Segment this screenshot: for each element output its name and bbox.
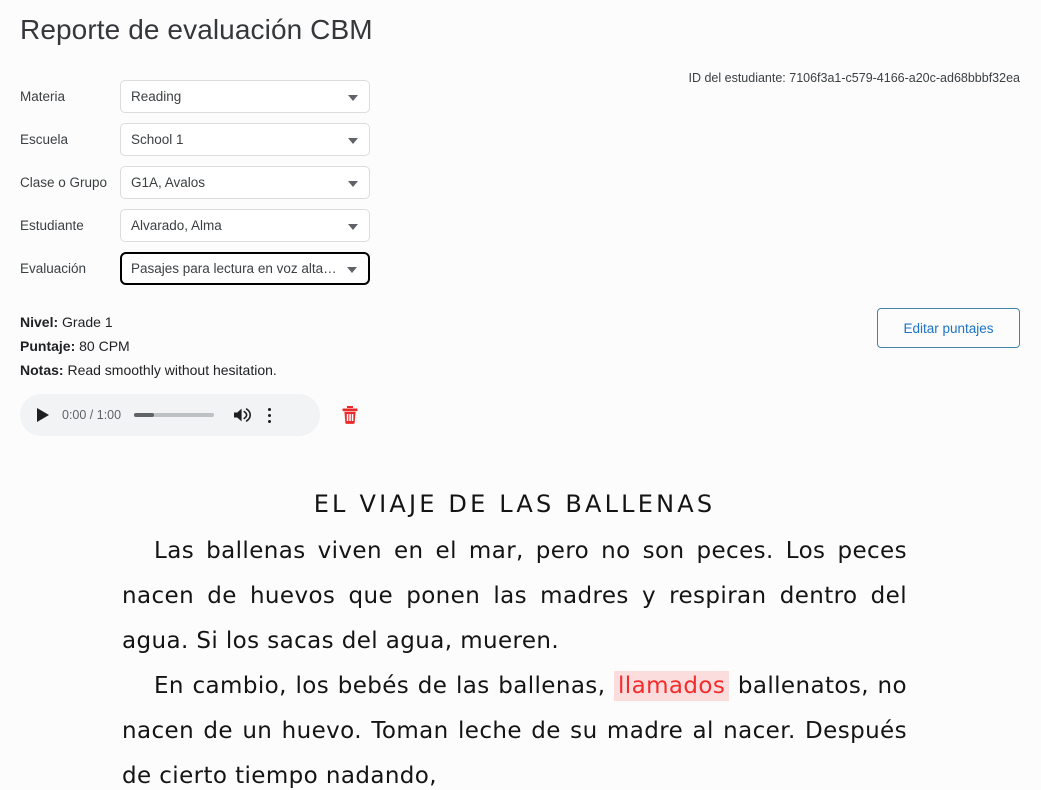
form-row-evaluacion: Evaluación Pasajes para lectura en voz a…: [20, 247, 380, 290]
label-estudiante: Estudiante: [20, 218, 84, 233]
trash-icon: [342, 406, 358, 424]
form-row-estudiante: Estudiante Alvarado, Alma: [20, 204, 380, 247]
notes-value: Read smoothly without hesitation.: [67, 362, 277, 378]
select-clase-o-grupo[interactable]: G1A, Avalos: [120, 166, 370, 199]
notes-label: Notas:: [20, 362, 64, 378]
audio-player-row: 0:00 / 1:00: [20, 394, 361, 436]
select-estudiante[interactable]: Alvarado, Alma: [120, 209, 370, 242]
reading-passage: EL VIAJE DE LAS BALLENAS Las ballenas vi…: [122, 484, 907, 790]
audio-progress-fill: [134, 413, 155, 417]
label-materia: Materia: [20, 89, 66, 104]
more-options-icon[interactable]: [268, 405, 272, 425]
notes-line: Notas: Read smoothly without hesitation.: [20, 358, 277, 382]
passage-paragraph-2: En cambio, los bebés de las ballenas, ll…: [122, 664, 907, 790]
form-row-clase: Clase o Grupo G1A, Avalos: [20, 161, 380, 204]
edit-scores-button[interactable]: Editar puntajes: [877, 308, 1020, 348]
assessment-summary: Nivel: Grade 1 Puntaje: 80 CPM Notas: Re…: [20, 310, 277, 382]
chevron-down-icon: [348, 137, 358, 144]
score-label: Puntaje:: [20, 338, 76, 354]
audio-progress-slider[interactable]: [134, 413, 215, 417]
cbm-report-page: Reporte de evaluación CBM ID del estudia…: [0, 0, 1041, 790]
select-materia-value: Reading: [131, 89, 182, 104]
select-estudiante-value: Alvarado, Alma: [131, 218, 222, 233]
form-row-escuela: Escuela School 1: [20, 118, 380, 161]
page-title: Reporte de evaluación CBM: [20, 14, 373, 45]
select-evaluacion-value: Pasajes para lectura en voz alta …: [131, 261, 338, 276]
form-row-materia: Materia Reading: [20, 75, 380, 118]
error-word-highlight[interactable]: llamados: [614, 671, 730, 701]
passage-text-before-error: En cambio, los bebés de las ballenas,: [154, 673, 615, 699]
volume-icon[interactable]: [232, 406, 252, 424]
select-escuela[interactable]: School 1: [120, 123, 370, 156]
score-line: Puntaje: 80 CPM: [20, 334, 277, 358]
level-value: Grade 1: [62, 314, 113, 330]
chevron-down-icon: [348, 223, 358, 230]
passage-paragraph-1: Las ballenas viven en el mar, pero no so…: [122, 538, 907, 654]
chevron-down-icon: [348, 94, 358, 101]
passage-title: EL VIAJE DE LAS BALLENAS: [313, 490, 716, 518]
play-icon[interactable]: [32, 408, 54, 422]
level-label: Nivel:: [20, 314, 59, 330]
chevron-down-icon: [348, 180, 358, 187]
filters-form: Materia Reading Escuela School 1 Clase o…: [20, 75, 380, 290]
score-value: 80 CPM: [79, 338, 130, 354]
select-evaluacion[interactable]: Pasajes para lectura en voz alta …: [120, 252, 370, 285]
delete-recording-button[interactable]: [339, 403, 361, 427]
label-escuela: Escuela: [20, 132, 69, 147]
audio-time-display: 0:00 / 1:00: [62, 408, 122, 422]
student-id-text: ID del estudiante: 7106f3a1-c579-4166-a2…: [688, 71, 1020, 85]
label-clase-o-grupo: Clase o Grupo: [20, 175, 108, 190]
chevron-down-icon: [347, 266, 357, 273]
level-line: Nivel: Grade 1: [20, 310, 277, 334]
label-evaluacion: Evaluación: [20, 261, 87, 276]
select-materia[interactable]: Reading: [120, 80, 370, 113]
select-clase-o-grupo-value: G1A, Avalos: [131, 175, 206, 190]
audio-player[interactable]: 0:00 / 1:00: [20, 394, 320, 436]
select-escuela-value: School 1: [131, 132, 184, 147]
